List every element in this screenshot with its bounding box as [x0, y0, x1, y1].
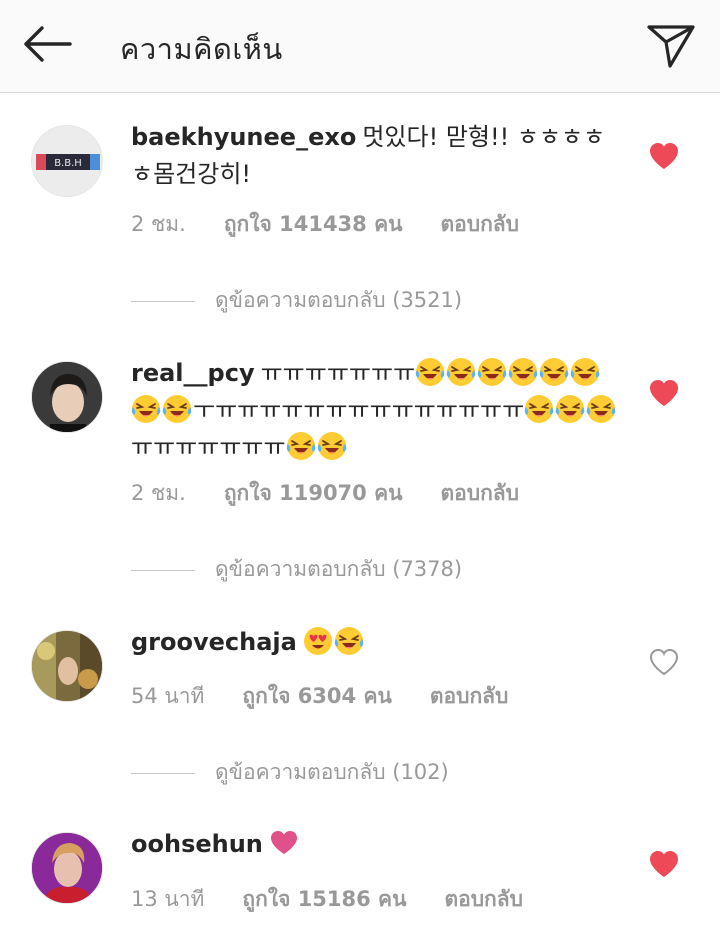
heart-eyes-emoji — [303, 626, 333, 656]
comment-meta: 2 ชม. ถูกใจ 119070 คน ตอบกลับ — [131, 477, 519, 510]
laughing-crying-emoji — [524, 394, 554, 424]
pink-heart-emoji — [270, 831, 297, 854]
reply-button[interactable]: ตอบกลับ — [444, 883, 523, 916]
heart-filled-icon[interactable] — [648, 378, 680, 408]
laughing-crying-emoji — [555, 394, 585, 424]
share-button[interactable] — [644, 20, 698, 70]
comment-username[interactable]: baekhyunee_exo — [131, 123, 356, 151]
reply-button[interactable]: ตอบกลับ — [430, 680, 509, 713]
comment-username[interactable]: oohsehun — [131, 830, 263, 858]
profile-photo — [32, 362, 102, 432]
laughing-crying-emoji — [586, 394, 616, 424]
avatar[interactable]: B.B.H — [31, 125, 103, 197]
laughing-crying-emoji — [131, 394, 161, 424]
heart-filled-icon[interactable] — [648, 141, 680, 171]
comment-time: 2 ชม. — [131, 481, 186, 505]
comment-time: 2 ชม. — [131, 212, 186, 236]
laughing-crying-emoji — [162, 394, 192, 424]
profile-photo — [32, 833, 102, 903]
laughing-crying-emoji — [508, 357, 538, 387]
back-button[interactable] — [18, 22, 74, 66]
laughing-crying-emoji — [539, 357, 569, 387]
bbh-logo-image: B.B.H — [32, 126, 102, 196]
divider-line — [131, 772, 195, 774]
comment-meta: 2 ชม. ถูกใจ 141438 คน ตอบกลับ — [131, 208, 519, 241]
laughing-crying-emoji — [317, 431, 347, 461]
svg-text:B.B.H: B.B.H — [54, 158, 82, 169]
comment-username[interactable]: groovechaja — [131, 628, 297, 656]
view-replies-button[interactable]: ดูข้อความตอบกลับ (102) — [131, 756, 449, 789]
heart-filled-icon[interactable] — [648, 849, 680, 879]
divider-line — [131, 300, 195, 302]
profile-photo — [32, 631, 102, 701]
laughing-crying-emoji — [334, 626, 364, 656]
comment-meta: 13 นาที ถูกใจ 15186 คน ตอบกลับ — [131, 883, 523, 916]
view-replies-label: ดูข้อความตอบกลับ (7378) — [215, 557, 463, 581]
avatar[interactable] — [31, 832, 103, 904]
view-replies-button[interactable]: ดูข้อความตอบกลับ (3521) — [131, 284, 462, 317]
avatar[interactable] — [31, 361, 103, 433]
likes-count[interactable]: ถูกใจ 119070 คน — [224, 477, 403, 510]
comment-body: groovechaja — [131, 624, 621, 661]
comment-text: ㅜㅠㅠㅠㅠㅠㅠㅠㅠㅠㅠㅠㅠㅠㅠ — [193, 396, 525, 424]
divider-line — [131, 569, 195, 571]
comment-username[interactable]: real__pcy — [131, 359, 255, 387]
reply-button[interactable]: ตอบกลับ — [441, 208, 520, 241]
paper-plane-icon — [647, 25, 695, 68]
comment-body: real__pcy ㅠㅠㅠㅠㅠㅠㅠㅜㅠㅠㅠㅠㅠㅠㅠㅠㅠㅠㅠㅠㅠㅠㅠㅠㅠㅠㅠㅠㅠ — [131, 355, 621, 466]
arrow-left-icon — [24, 26, 72, 62]
reply-button[interactable]: ตอบกลับ — [441, 477, 520, 510]
likes-count[interactable]: ถูกใจ 15186 คน — [242, 883, 406, 916]
comment-body: baekhyunee_exo 멋있다! 맏형!! ㅎㅎㅎㅎㅎ몸건강히! — [131, 119, 621, 193]
comment-body: oohsehun — [131, 826, 621, 863]
comment-meta: 54 นาที ถูกใจ 6304 คน ตอบกลับ — [131, 680, 508, 713]
top-bar: ความคิดเห็น — [0, 0, 720, 93]
laughing-crying-emoji — [570, 357, 600, 387]
comment-text: ㅠㅠㅠㅠㅠㅠㅠ — [131, 433, 286, 461]
laughing-crying-emoji — [446, 357, 476, 387]
comment-text: ㅠㅠㅠㅠㅠㅠㅠ — [260, 359, 416, 387]
view-replies-label: ดูข้อความตอบกลับ (102) — [215, 760, 449, 784]
avatar[interactable] — [31, 630, 103, 702]
likes-count[interactable]: ถูกใจ 141438 คน — [224, 208, 403, 241]
comment-time: 54 นาที — [131, 684, 205, 708]
page-title: ความคิดเห็น — [120, 32, 283, 66]
heart-outline-icon[interactable] — [648, 647, 680, 677]
laughing-crying-emoji — [415, 357, 445, 387]
comment-time: 13 นาที — [131, 887, 205, 911]
view-replies-label: ดูข้อความตอบกลับ (3521) — [215, 288, 463, 312]
laughing-crying-emoji — [286, 431, 316, 461]
laughing-crying-emoji — [477, 357, 507, 387]
view-replies-button[interactable]: ดูข้อความตอบกลับ (7378) — [131, 553, 462, 586]
likes-count[interactable]: ถูกใจ 6304 คน — [242, 680, 391, 713]
